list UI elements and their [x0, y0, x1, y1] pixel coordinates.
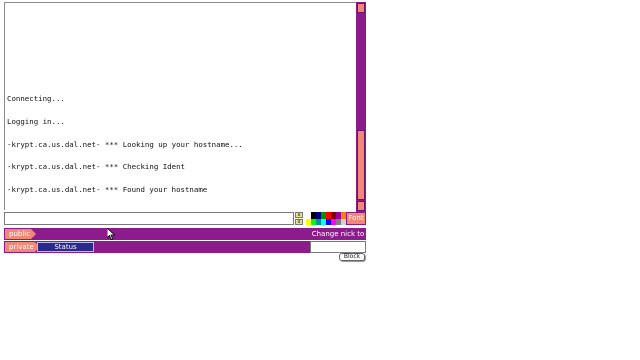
scroll-down-button[interactable] — [357, 201, 365, 211]
console-scrollbar[interactable] — [356, 2, 366, 212]
input-row: a a Font — [4, 212, 366, 226]
message-input[interactable] — [4, 212, 294, 225]
console-lines: Connecting... Logging in... -krypt.ca.us… — [7, 80, 356, 209]
console-line: Connecting... — [7, 94, 65, 104]
chat-console: Connecting... Logging in... -krypt.ca.us… — [4, 2, 356, 210]
bold-format-button[interactable]: a — [295, 212, 303, 218]
console-line: Logging in... — [7, 116, 65, 126]
private-tab-bar: private Status — [4, 241, 310, 253]
block-button[interactable]: Block — [339, 253, 365, 261]
status-tab[interactable]: Status — [37, 242, 94, 252]
change-nick-label: Change nick to — [310, 228, 366, 240]
nick-input[interactable] — [310, 241, 366, 253]
private-tab[interactable]: private — [5, 242, 40, 252]
public-tab-bar: public — [4, 228, 310, 240]
underline-format-button[interactable]: a — [295, 219, 303, 225]
scroll-up-button[interactable] — [357, 3, 365, 13]
font-button[interactable]: Font — [346, 212, 366, 225]
console-line: -krypt.ca.us.dal.net- *** Found your hos… — [7, 185, 208, 195]
public-tab[interactable]: public — [5, 229, 36, 239]
scroll-thumb[interactable] — [357, 130, 365, 200]
chat-applet: Connecting... Logging in... -krypt.ca.us… — [4, 2, 366, 261]
mouse-cursor-icon — [107, 228, 115, 240]
console-line: -krypt.ca.us.dal.net- *** Looking up you… — [7, 139, 243, 149]
color-palette — [306, 212, 346, 225]
console-line: -krypt.ca.us.dal.net- *** Checking Ident — [7, 162, 185, 172]
